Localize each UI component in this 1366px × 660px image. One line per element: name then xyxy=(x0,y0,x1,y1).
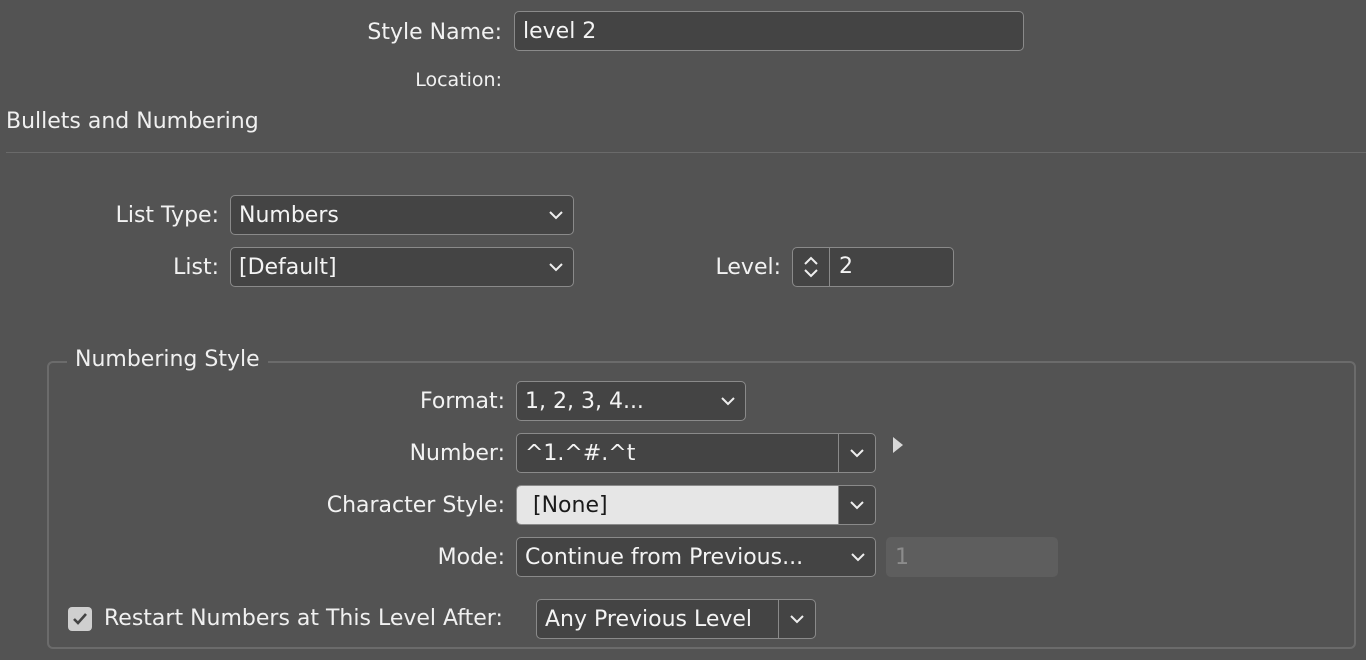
chevron-down-icon xyxy=(549,211,563,220)
mode-value: Continue from Previous... xyxy=(525,544,804,570)
location-label: Location: xyxy=(415,69,502,91)
mode-label: Mode: xyxy=(437,545,505,570)
section-divider xyxy=(6,152,1366,153)
style-name-input[interactable]: level 2 xyxy=(514,11,1024,51)
number-dropdown-button[interactable] xyxy=(838,434,875,472)
numbering-style-title: Numbering Style xyxy=(67,347,268,373)
restart-checkbox[interactable] xyxy=(68,607,92,631)
stepper-icon[interactable] xyxy=(793,248,829,286)
chevron-down-icon xyxy=(851,553,865,562)
character-style-label: Character Style: xyxy=(326,493,505,518)
level-label: Level: xyxy=(715,255,781,280)
section-title: Bullets and Numbering xyxy=(6,109,259,134)
chevron-down-icon xyxy=(850,449,864,458)
chevron-down-icon xyxy=(790,615,804,624)
list-type-dropdown[interactable]: Numbers xyxy=(230,195,574,235)
restart-level-value: Any Previous Level xyxy=(545,606,753,632)
restart-level-dropdown[interactable]: Any Previous Level xyxy=(536,599,816,639)
chevron-up-icon[interactable] xyxy=(804,256,818,265)
list-type-value: Numbers xyxy=(239,202,339,228)
level-divider xyxy=(829,248,830,286)
style-name-label: Style Name: xyxy=(367,20,502,45)
format-value: 1, 2, 3, 4... xyxy=(525,388,644,414)
chevron-down-icon xyxy=(850,501,864,510)
mode-start-input: 1 xyxy=(886,537,1058,577)
number-combo[interactable]: ^1.^#.^t xyxy=(516,433,876,473)
format-label: Format: xyxy=(420,389,505,414)
format-dropdown[interactable]: 1, 2, 3, 4... xyxy=(516,381,746,421)
number-input[interactable]: ^1.^#.^t xyxy=(525,441,635,466)
list-type-label: List Type: xyxy=(115,203,219,228)
chevron-down-icon xyxy=(721,397,735,406)
character-style-value: [None] xyxy=(533,492,608,518)
number-label: Number: xyxy=(409,441,505,466)
triangle-right-icon[interactable] xyxy=(892,436,904,454)
list-value: [Default] xyxy=(239,254,337,280)
chevron-down-icon xyxy=(549,263,563,272)
character-style-input[interactable]: [None] xyxy=(517,486,839,524)
list-label: List: xyxy=(173,255,219,280)
chevron-down-icon[interactable] xyxy=(804,269,818,278)
checkmark-icon xyxy=(73,613,87,625)
mode-dropdown[interactable]: Continue from Previous... xyxy=(516,537,876,577)
restart-label: Restart Numbers at This Level After: xyxy=(104,606,503,631)
level-value: 2 xyxy=(839,254,853,279)
list-dropdown[interactable]: [Default] xyxy=(230,247,574,287)
character-style-combo[interactable]: [None] xyxy=(516,485,876,525)
mode-start-value: 1 xyxy=(895,544,909,570)
character-style-dropdown-button[interactable] xyxy=(838,486,875,524)
restart-level-dropdown-button[interactable] xyxy=(778,600,815,638)
level-stepper[interactable]: 2 xyxy=(792,247,954,287)
